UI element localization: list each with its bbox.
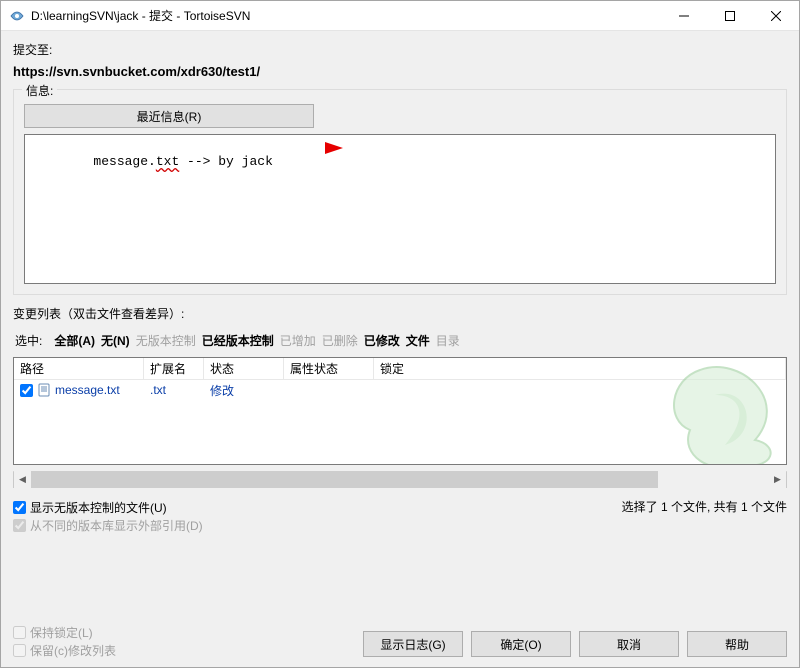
commit-to-label: 提交至: [13,41,787,58]
recent-messages-button[interactable]: 最近信息(R) [24,104,314,128]
col-path-header[interactable]: 路径 [14,358,144,379]
msg-spellerror: txt [156,154,179,169]
show-unversioned-checkbox[interactable]: 显示无版本控制的文件(U) [13,498,203,516]
filter-file[interactable]: 文件 [406,332,430,349]
filter-all[interactable]: 全部(A) [54,332,95,349]
close-button[interactable] [753,1,799,31]
button-bar: 显示日志(G) 确定(O) 取消 帮助 [363,631,787,657]
keep-lock-checkbox: 保持锁定(L) [13,623,116,641]
commit-message-input[interactable]: message.txt --> by jack [24,134,776,284]
commit-url: https://svn.svnbucket.com/xdr630/test1/ [13,64,787,79]
filter-versioned[interactable]: 已经版本控制 [202,332,274,349]
changes-listview[interactable]: 路径 扩展名 状态 属性状态 锁定 [13,357,787,465]
show-log-button[interactable]: 显示日志(G) [363,631,463,657]
info-legend: 信息: [22,82,57,99]
changes-label: 变更列表（双击文件查看差异）: [13,305,787,322]
filter-unversioned[interactable]: 无版本控制 [136,332,196,349]
window-title: D:\learningSVN\jack - 提交 - TortoiseSVN [31,7,661,24]
filter-deleted[interactable]: 已删除 [322,332,358,349]
col-prop-header[interactable]: 属性状态 [284,358,374,379]
filter-row: 选中: 全部(A) 无(N) 无版本控制 已经版本控制 已增加 已删除 已修改 … [13,328,787,351]
file-path: message.txt [55,383,120,397]
filter-none[interactable]: 无(N) [101,332,130,349]
scroll-right-button[interactable]: ▶ [769,471,786,488]
app-icon [9,8,25,24]
keep-changelist-checkbox: 保留(c)修改列表 [13,641,116,659]
filter-dir[interactable]: 目录 [436,332,460,349]
msg-suffix: --> by jack [179,154,273,169]
scroll-left-button[interactable]: ◀ [14,471,31,488]
file-ext: .txt [144,383,204,397]
ok-button[interactable]: 确定(O) [471,631,571,657]
scrollbar-thumb[interactable] [31,471,658,488]
watermark-icon [660,360,780,465]
minimize-button[interactable] [661,1,707,31]
file-icon [37,383,51,397]
show-externals-checkbox: 从不同的版本库显示外部引用(D) [13,516,203,534]
col-status-header[interactable]: 状态 [204,358,284,379]
filter-modified[interactable]: 已修改 [364,332,400,349]
cancel-button[interactable]: 取消 [579,631,679,657]
msg-prefix: message. [93,154,155,169]
col-ext-header[interactable]: 扩展名 [144,358,204,379]
filter-added[interactable]: 已增加 [280,332,316,349]
file-row[interactable]: message.txt .txt 修改 [14,380,786,400]
maximize-button[interactable] [707,1,753,31]
listview-hscrollbar[interactable]: ◀ ▶ [13,471,787,488]
title-bar: D:\learningSVN\jack - 提交 - TortoiseSVN [1,1,799,31]
filter-lead: 选中: [15,332,42,349]
selection-status: 选择了 1 个文件, 共有 1 个文件 [622,498,787,515]
file-status: 修改 [204,382,284,399]
info-groupbox: 信息: 最近信息(R) message.txt --> by jack [13,89,787,295]
help-button[interactable]: 帮助 [687,631,787,657]
file-row-checkbox[interactable] [20,384,33,397]
